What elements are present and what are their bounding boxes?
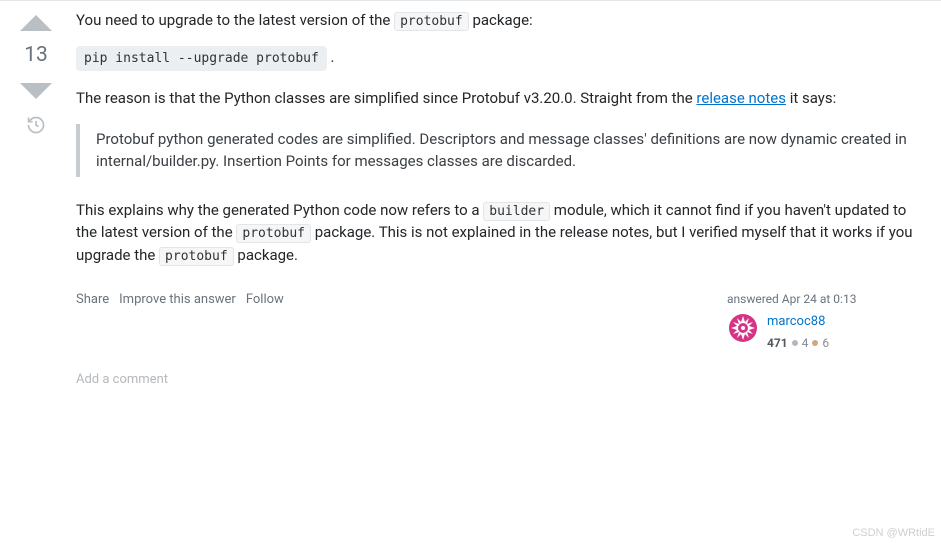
inline-code: protobuf	[159, 247, 234, 266]
answered-time: answered Apr 24 at 0:13	[727, 290, 927, 308]
watermark: CSDN @WRtidE	[852, 527, 935, 539]
text: .	[327, 48, 335, 66]
improve-link[interactable]: Improve this answer	[119, 290, 236, 310]
text: it says:	[790, 89, 837, 107]
text: The reason is that the Python classes ar…	[76, 89, 696, 107]
avatar[interactable]	[727, 312, 759, 344]
reputation-line: 471 4 6	[767, 334, 829, 352]
paragraph: This explains why the generated Python c…	[76, 199, 927, 267]
downvote-button[interactable]	[20, 83, 52, 99]
bronze-badge-count: 6	[822, 334, 829, 352]
reputation-score: 471	[767, 334, 788, 352]
share-link[interactable]: Share	[76, 290, 109, 310]
follow-link[interactable]: Follow	[246, 290, 284, 310]
answer-body: You need to upgrade to the latest versio…	[62, 9, 933, 389]
bronze-badge-icon	[812, 340, 818, 346]
text: You need to upgrade to the latest versio…	[76, 11, 394, 29]
user-row: marcoc88 471 4 6	[727, 312, 927, 352]
upvote-button[interactable]	[20, 15, 52, 31]
silver-badge-icon	[792, 340, 798, 346]
release-notes-link[interactable]: release notes	[696, 89, 786, 107]
history-icon[interactable]	[26, 115, 46, 135]
inline-code: protobuf	[236, 224, 311, 243]
vote-score: 13	[24, 43, 48, 67]
action-links: Share Improve this answer Follow	[76, 290, 284, 310]
text: package:	[472, 11, 532, 29]
code-block: pip install --upgrade protobuf .	[76, 46, 927, 72]
command-text: pip install --upgrade protobuf	[76, 46, 327, 72]
text: package.	[237, 246, 298, 264]
actions-row: Share Improve this answer Follow answere…	[76, 290, 927, 352]
vote-column: 13	[10, 9, 62, 389]
answer-post: 13 You need to upgrade to the latest ver…	[0, 0, 941, 397]
user-name-link[interactable]: marcoc88	[767, 312, 829, 332]
user-meta: marcoc88 471 4 6	[767, 312, 829, 352]
silver-badge-count: 4	[802, 334, 809, 352]
add-comment-link[interactable]: Add a comment	[76, 370, 927, 390]
inline-code: protobuf	[394, 12, 469, 31]
text: This explains why the generated Python c…	[76, 201, 483, 219]
blockquote: Protobuf python generated codes are simp…	[76, 124, 927, 177]
user-card: answered Apr 24 at 0:13	[727, 290, 927, 352]
quote-text: Protobuf python generated codes are simp…	[96, 130, 907, 171]
inline-code: builder	[483, 202, 550, 221]
paragraph: You need to upgrade to the latest versio…	[76, 9, 927, 32]
paragraph: The reason is that the Python classes ar…	[76, 87, 927, 110]
